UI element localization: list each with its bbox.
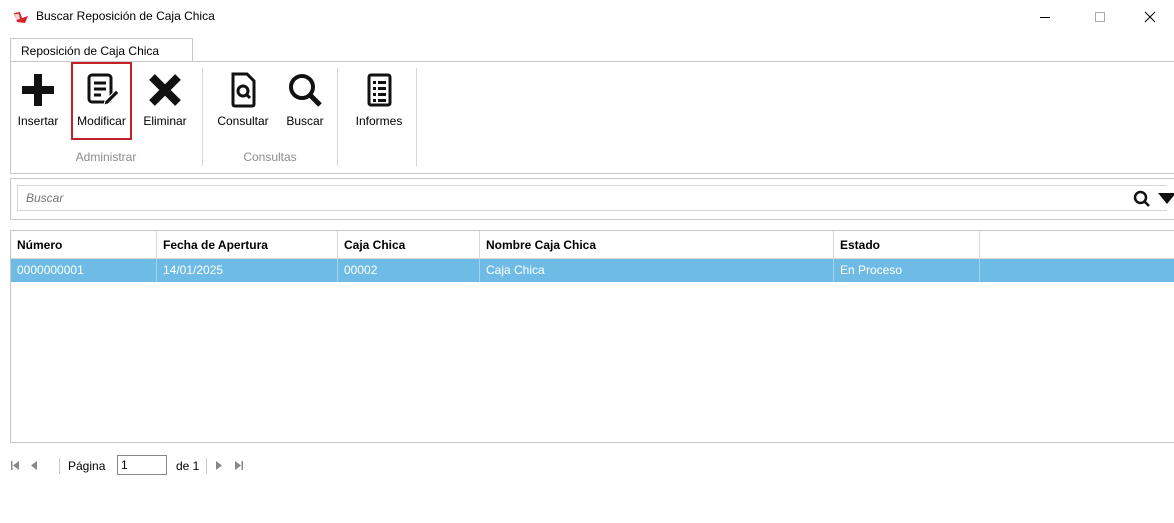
tab-strip: Reposición de Caja Chica xyxy=(0,34,1174,63)
table-row[interactable]: 0000000001 14/01/2025 00002 Caja Chica E… xyxy=(11,259,1174,282)
previous-page-icon[interactable] xyxy=(30,460,38,471)
reports-label: Informes xyxy=(355,114,403,128)
group-label-administrar: Administrar xyxy=(75,150,137,164)
search-label: Buscar xyxy=(286,114,324,128)
pager-separator xyxy=(206,458,207,474)
cell-caja-chica: 00002 xyxy=(338,259,480,282)
app-logo-icon xyxy=(13,10,29,24)
column-header-numero[interactable]: Número xyxy=(11,231,157,258)
minimize-icon xyxy=(1040,17,1050,18)
search-icon[interactable] xyxy=(1133,190,1151,208)
search-button[interactable]: Buscar xyxy=(279,62,331,140)
x-delete-icon xyxy=(149,74,181,106)
page-count-label: de 1 xyxy=(176,459,200,473)
close-button[interactable] xyxy=(1127,4,1173,30)
close-icon xyxy=(1144,11,1156,23)
pager-separator xyxy=(59,458,60,474)
title-bar: Buscar Reposición de Caja Chica xyxy=(0,0,1174,34)
column-header-estado[interactable]: Estado xyxy=(834,231,980,258)
edit-document-icon xyxy=(87,73,120,106)
insert-button[interactable]: Insertar xyxy=(11,62,65,140)
column-header-caja-chica[interactable]: Caja Chica xyxy=(338,231,480,258)
last-page-icon[interactable] xyxy=(234,460,244,471)
tab-label: Reposición de Caja Chica xyxy=(21,44,160,58)
page-number-input[interactable] xyxy=(117,455,167,475)
chevron-down-icon[interactable] xyxy=(1158,193,1174,205)
minimize-button[interactable] xyxy=(1022,4,1068,30)
ribbon-toolbar: Insertar Modificar Eliminar Consultar Bu… xyxy=(10,61,1174,174)
modify-label: Modificar xyxy=(77,114,126,128)
delete-button[interactable]: Eliminar xyxy=(136,62,194,140)
data-grid: Número Fecha de Apertura Caja Chica Nomb… xyxy=(10,230,1174,443)
consult-label: Consultar xyxy=(217,114,269,128)
page-label: Página xyxy=(68,459,106,473)
modify-button[interactable]: Modificar xyxy=(71,62,132,140)
maximize-icon xyxy=(1095,12,1105,22)
column-header-nombre-caja-chica[interactable]: Nombre Caja Chica xyxy=(480,231,834,258)
consult-button[interactable]: Consultar xyxy=(211,62,275,140)
column-header-fecha-apertura[interactable]: Fecha de Apertura xyxy=(157,231,338,258)
tab-reposicion-caja-chica[interactable]: Reposición de Caja Chica xyxy=(10,38,193,63)
cell-fecha-apertura: 14/01/2025 xyxy=(157,259,338,282)
document-search-icon xyxy=(231,72,256,108)
delete-label: Eliminar xyxy=(143,114,187,128)
report-list-icon xyxy=(367,73,392,107)
cell-numero: 0000000001 xyxy=(11,259,157,282)
window-title: Buscar Reposición de Caja Chica xyxy=(36,9,215,23)
group-label-consultas: Consultas xyxy=(243,150,297,164)
reports-button[interactable]: Informes xyxy=(343,62,415,140)
cell-estado: En Proceso xyxy=(834,259,980,282)
pager: Página de 1 xyxy=(10,454,410,478)
search-input[interactable] xyxy=(17,185,1167,211)
search-bar xyxy=(10,178,1174,220)
cell-nombre-caja-chica: Caja Chica xyxy=(480,259,834,282)
insert-label: Insertar xyxy=(17,114,59,128)
magnifier-icon xyxy=(289,74,322,107)
plus-icon xyxy=(22,74,54,106)
first-page-icon[interactable] xyxy=(10,460,20,471)
maximize-button[interactable] xyxy=(1077,4,1123,30)
grid-header: Número Fecha de Apertura Caja Chica Nomb… xyxy=(11,231,1174,259)
next-page-icon[interactable] xyxy=(215,460,223,471)
group-separator xyxy=(416,68,417,166)
group-separator xyxy=(337,68,338,166)
